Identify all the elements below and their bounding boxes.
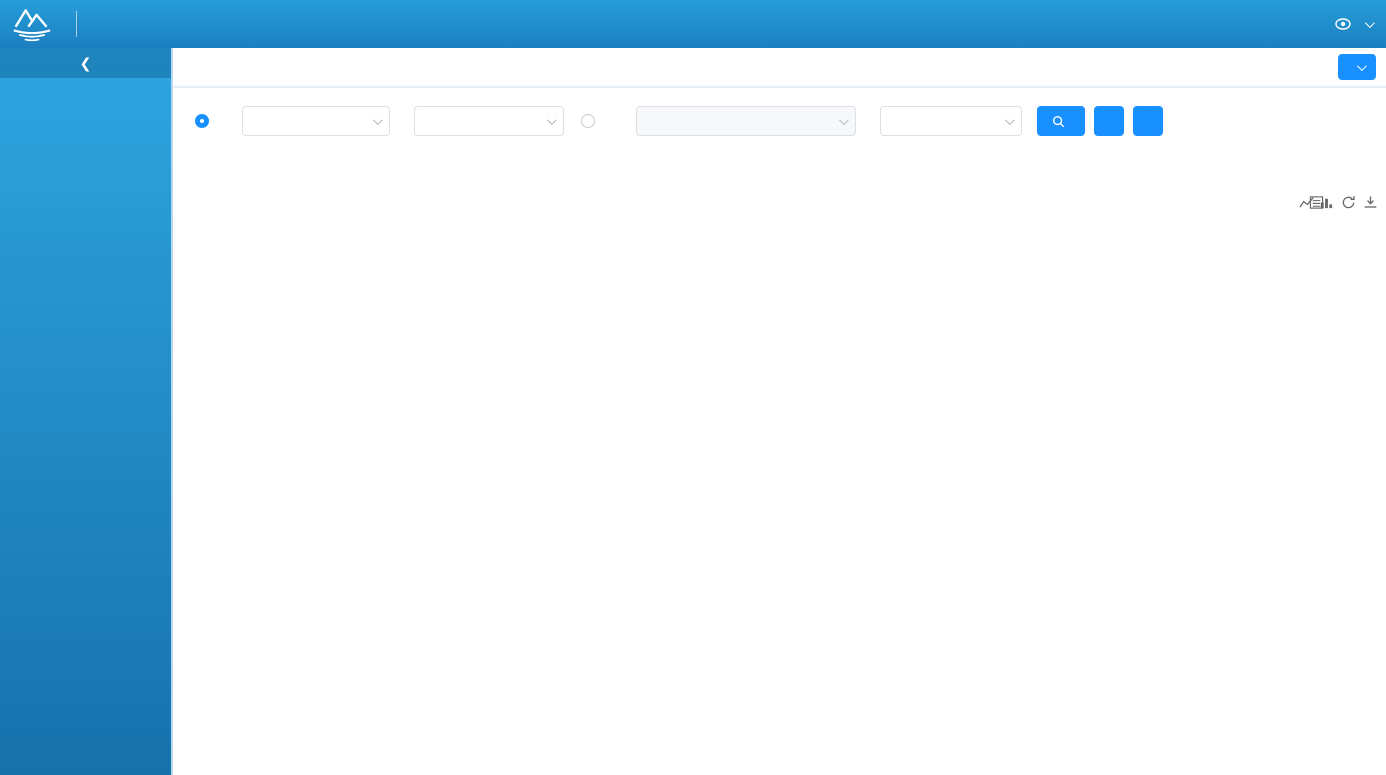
county-select[interactable]	[414, 106, 564, 136]
year-select[interactable]	[636, 106, 856, 136]
statistics-button[interactable]	[1037, 106, 1085, 136]
bar-chart	[173, 224, 1386, 648]
sidebar: ❮	[0, 48, 173, 775]
sidebar-collapse-button[interactable]: ❮	[0, 48, 171, 78]
search-icon	[1052, 115, 1065, 128]
save-image-icon[interactable]	[1363, 195, 1378, 215]
chevron-down-icon	[839, 115, 849, 125]
main-area	[173, 48, 1386, 775]
chevron-left-icon: ❮	[80, 55, 92, 72]
top-header	[0, 0, 1386, 48]
more-tabs-button[interactable]	[1338, 54, 1376, 80]
city2-select[interactable]	[880, 106, 1022, 136]
chevron-down-icon	[373, 115, 383, 125]
radio-by-city[interactable]	[195, 114, 209, 128]
city-select[interactable]	[242, 106, 390, 136]
magic-type-bar-icon[interactable]	[1319, 195, 1334, 215]
app-logo-icon	[10, 4, 54, 44]
chevron-down-icon	[1365, 18, 1375, 28]
user-menu[interactable]	[1335, 18, 1372, 30]
tab-bar	[173, 48, 1386, 88]
content-filler	[173, 648, 1386, 775]
app-root: ❮	[0, 0, 1386, 775]
export-button[interactable]	[1094, 106, 1124, 136]
filter-bar	[173, 88, 1386, 150]
toggle-table-view-button[interactable]	[1133, 106, 1163, 136]
eye-icon	[1335, 18, 1351, 30]
chart-toolbox	[1299, 195, 1378, 215]
chevron-down-icon	[1357, 61, 1367, 71]
radio-by-year[interactable]	[581, 114, 595, 128]
chevron-down-icon	[547, 115, 557, 125]
chevron-down-icon	[1005, 115, 1015, 125]
header-divider	[76, 11, 77, 37]
chart-header	[173, 174, 1386, 224]
restore-icon[interactable]	[1341, 195, 1356, 215]
